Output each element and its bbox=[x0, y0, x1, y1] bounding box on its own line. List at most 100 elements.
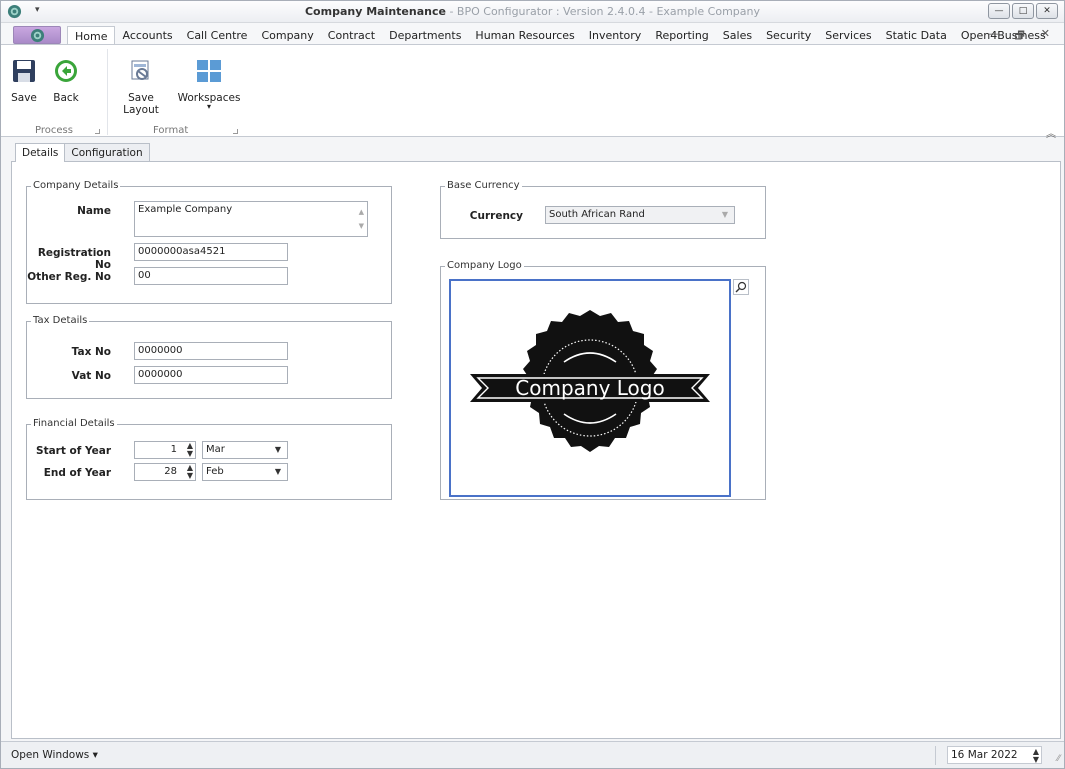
company-logo-text: Company Logo bbox=[515, 376, 664, 400]
tax-no-label: Tax No bbox=[71, 346, 111, 358]
workspaces-icon bbox=[197, 60, 221, 82]
end-day-value: 28 bbox=[164, 466, 177, 477]
currency-value: South African Rand bbox=[549, 209, 645, 220]
company-name-field[interactable]: Example Company ▲ ▼ bbox=[134, 201, 368, 237]
registration-no-field[interactable]: 0000000asa4521 bbox=[134, 243, 288, 261]
open-windows-button[interactable]: Open Windows ▾ bbox=[11, 749, 98, 761]
date-spin-icon[interactable]: ▲ ▼ bbox=[1033, 748, 1039, 764]
start-month-select[interactable]: Mar ▼ bbox=[202, 441, 288, 459]
application-menu-button[interactable] bbox=[13, 26, 61, 44]
tab-sales[interactable]: Sales bbox=[716, 26, 759, 45]
tab-home[interactable]: Home bbox=[67, 26, 116, 45]
ribbon-panel: Save Back Save Layout Workspaces ▾ Proce… bbox=[1, 44, 1064, 140]
tax-details-legend: Tax Details bbox=[31, 315, 90, 326]
name-label: Name bbox=[77, 205, 111, 217]
tab-inventory[interactable]: Inventory bbox=[582, 26, 649, 45]
back-arrow-icon bbox=[55, 60, 77, 82]
window-controls: — □ ✕ bbox=[988, 3, 1058, 19]
save-button[interactable]: Save bbox=[9, 59, 39, 104]
window-title-main: Company Maintenance bbox=[304, 5, 446, 18]
window-title: Company Maintenance - BPO Configurator :… bbox=[1, 5, 1064, 18]
save-layout-icon bbox=[131, 60, 149, 80]
tab-accounts[interactable]: Accounts bbox=[115, 26, 179, 45]
collapse-ribbon-icon[interactable]: ︽ bbox=[1046, 125, 1056, 140]
start-day-spin-icon[interactable]: ▲ ▼ bbox=[187, 442, 193, 458]
app-window: ▾ Company Maintenance - BPO Configurator… bbox=[0, 0, 1065, 769]
date-value: 16 Mar 2022 bbox=[951, 749, 1018, 761]
start-day-spinner[interactable]: 1 ▲ ▼ bbox=[134, 441, 196, 459]
save-layout-button[interactable]: Save Layout bbox=[109, 59, 173, 116]
maximize-button[interactable]: □ bbox=[1012, 3, 1034, 19]
process-group-launcher-icon[interactable] bbox=[95, 129, 100, 134]
format-group-launcher-icon[interactable] bbox=[233, 129, 238, 134]
tab-company[interactable]: Company bbox=[254, 26, 320, 45]
company-logo-image: Company Logo bbox=[470, 310, 710, 452]
company-details-group: Company Details Name Example Company ▲ ▼ … bbox=[26, 180, 392, 304]
currency-dropdown-icon[interactable]: ▼ bbox=[722, 210, 728, 219]
tab-details[interactable]: Details bbox=[15, 143, 66, 162]
end-month-select[interactable]: Feb ▼ bbox=[202, 463, 288, 481]
back-button[interactable]: Back bbox=[49, 59, 83, 104]
currency-label: Currency bbox=[469, 210, 523, 222]
vat-no-label: Vat No bbox=[71, 370, 111, 382]
base-currency-group: Base Currency Currency South African Ran… bbox=[440, 180, 766, 239]
resize-grip-icon[interactable]: ⁄⁄ bbox=[1057, 754, 1060, 764]
end-of-year-label: End of Year bbox=[43, 467, 111, 479]
workspaces-button[interactable]: Workspaces ▾ bbox=[177, 59, 241, 111]
tax-no-field[interactable]: 0000000 bbox=[134, 342, 288, 360]
end-day-spinner[interactable]: 28 ▲ ▼ bbox=[134, 463, 196, 481]
app-menu-logo-icon bbox=[30, 28, 45, 43]
company-details-legend: Company Details bbox=[31, 180, 121, 191]
tab-reporting[interactable]: Reporting bbox=[648, 26, 715, 45]
start-month-dropdown-icon[interactable]: ▼ bbox=[275, 445, 281, 454]
tab-services[interactable]: Services bbox=[818, 26, 878, 45]
end-day-spin-icon[interactable]: ▲ ▼ bbox=[187, 464, 193, 480]
ribbon-group-separator bbox=[107, 49, 108, 135]
page-tabs: Details Configuration bbox=[15, 143, 150, 162]
status-bar: Open Windows ▾ 16 Mar 2022 ▲ ▼ ⁄⁄ bbox=[1, 741, 1064, 768]
window-title-version: - BPO Configurator : Version 2.4.0.4 - E… bbox=[445, 5, 761, 18]
name-scroll-icon[interactable]: ▲ ▼ bbox=[359, 205, 364, 233]
base-currency-legend: Base Currency bbox=[445, 180, 522, 191]
back-label: Back bbox=[53, 92, 79, 104]
process-group-label: Process bbox=[35, 125, 73, 136]
company-logo-group: Company Logo Company Logo bbox=[440, 260, 766, 500]
company-logo-legend: Company Logo bbox=[445, 260, 524, 271]
tab-departments[interactable]: Departments bbox=[382, 26, 468, 45]
start-day-value: 1 bbox=[170, 444, 177, 455]
tax-details-group: Tax Details Tax No 0000000 Vat No 000000… bbox=[26, 315, 392, 399]
financial-details-legend: Financial Details bbox=[31, 418, 117, 429]
end-month-dropdown-icon[interactable]: ▼ bbox=[275, 467, 281, 476]
tab-human-resources[interactable]: Human Resources bbox=[468, 26, 581, 45]
end-month-value: Feb bbox=[206, 466, 224, 477]
currency-select[interactable]: South African Rand ▼ bbox=[545, 206, 735, 224]
other-reg-no-field[interactable]: 00 bbox=[134, 267, 288, 285]
minimize-button[interactable]: — bbox=[988, 3, 1010, 19]
tab-contract[interactable]: Contract bbox=[321, 26, 382, 45]
registration-no-label: Registration No bbox=[37, 247, 111, 271]
ribbon-tabs: Home Accounts Call Centre Company Contract De… bbox=[67, 26, 1053, 45]
tab-call-centre[interactable]: Call Centre bbox=[180, 26, 255, 45]
date-spinner[interactable]: 16 Mar 2022 ▲ ▼ bbox=[947, 746, 1042, 764]
save-layout-label: Save Layout bbox=[123, 92, 159, 116]
tab-static-data[interactable]: Static Data bbox=[879, 26, 954, 45]
start-of-year-label: Start of Year bbox=[36, 445, 111, 457]
start-month-value: Mar bbox=[206, 444, 225, 455]
other-reg-no-label: Other Reg. No bbox=[27, 271, 111, 283]
close-button[interactable]: ✕ bbox=[1036, 3, 1058, 19]
format-group-label: Format bbox=[153, 125, 189, 136]
financial-details-group: Financial Details Start of Year 1 ▲ ▼ Mar… bbox=[26, 418, 392, 500]
tab-configuration[interactable]: Configuration bbox=[64, 143, 150, 161]
title-bar: ▾ Company Maintenance - BPO Configurator… bbox=[1, 1, 1064, 23]
company-logo-picture[interactable]: Company Logo bbox=[449, 279, 731, 497]
vat-no-field[interactable]: 0000000 bbox=[134, 366, 288, 384]
ribbon-tab-bar: Home Accounts Call Centre Company Contract De… bbox=[1, 23, 1064, 45]
tab-security[interactable]: Security bbox=[759, 26, 818, 45]
save-icon bbox=[13, 60, 35, 82]
status-separator bbox=[935, 746, 936, 765]
zoom-icon[interactable] bbox=[733, 279, 749, 295]
details-panel: Company Details Name Example Company ▲ ▼ … bbox=[11, 161, 1061, 739]
company-name-value: Example Company bbox=[138, 204, 233, 215]
magnifier-icon bbox=[735, 281, 747, 293]
save-label: Save bbox=[11, 92, 37, 104]
